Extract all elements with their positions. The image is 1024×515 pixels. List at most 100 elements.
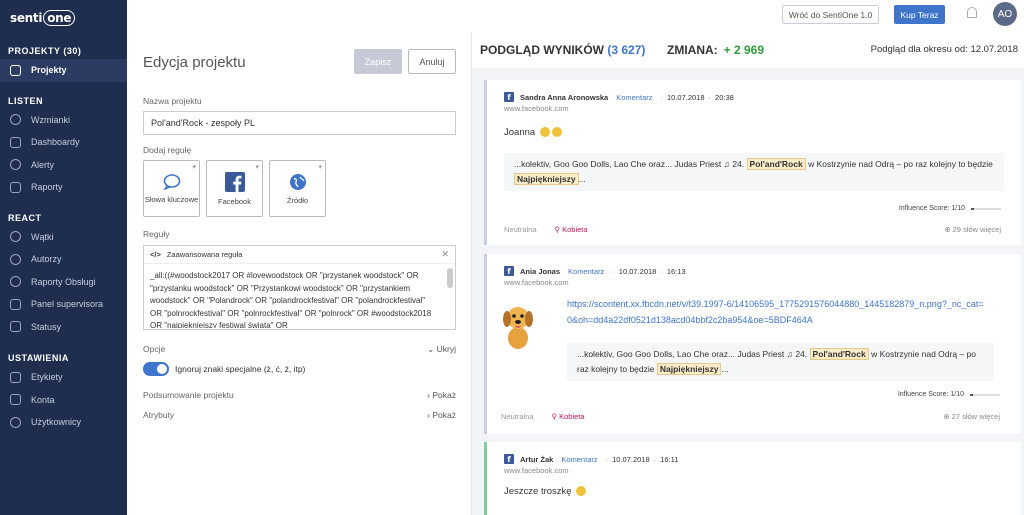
facebook-source-button[interactable]: ▾ Facebook <box>206 160 263 217</box>
attributes-show-link[interactable]: › Pokaż <box>427 410 456 420</box>
rule-textarea[interactable]: _all:((#woodstock2017 OR #lovewoodstock … <box>144 264 455 328</box>
result-card[interactable]: f Artur Żak Komentarz · 10.07.2018 · 16:11… <box>484 442 1021 515</box>
smile-emoji-icon <box>576 486 587 497</box>
facebook-icon: f <box>504 92 514 102</box>
facebook-icon <box>224 171 245 192</box>
author-name[interactable]: Ania Jonas <box>520 267 560 276</box>
sidebar-section-react: REACT <box>8 212 42 223</box>
author-name[interactable]: Artur Żak <box>520 455 553 464</box>
gender-label: ⚲ Kobieta <box>554 225 588 234</box>
alert-icon <box>10 159 21 171</box>
author-name[interactable]: Sandra Anna Aronowska <box>520 93 608 102</box>
mention-date: 10.07.2018 <box>667 92 705 102</box>
page-title: Edycja projektu <box>143 54 246 71</box>
sidebar-item-alerty[interactable]: Alerty <box>0 154 127 177</box>
sidebar-item-raporty-obslugi[interactable]: Raporty Obsługi <box>0 271 127 294</box>
save-button[interactable]: Zapisz <box>354 49 402 74</box>
close-icon[interactable]: ✕ <box>441 249 449 260</box>
summary-show-link[interactable]: › Pokaż <box>427 390 456 400</box>
rules-label: Reguły <box>143 229 170 239</box>
dashboard-icon <box>10 136 21 148</box>
heart-eyes-emoji-icon <box>539 127 550 138</box>
back-to-v1-button[interactable]: Wróć do SentiOne 1.0 <box>782 5 879 24</box>
period-label: Podgląd dla okresu od: 12.07.2018 <box>870 44 1018 55</box>
project-name-label: Nazwa projektu <box>143 96 202 106</box>
supervisor-icon <box>10 298 21 310</box>
project-name-input[interactable]: Pol'and'Rock - zespoły PL <box>143 111 456 135</box>
scrollbar[interactable] <box>447 268 453 288</box>
source-button[interactable]: ▾ Źródło <box>269 160 326 217</box>
sidebar-item-raporty[interactable]: Raporty <box>0 176 127 199</box>
sidebar-section-ustawienia: USTAWIENIA <box>8 353 69 363</box>
mention-type: Komentarz <box>561 454 598 464</box>
sidebar-item-watki[interactable]: Wątki <box>0 226 127 249</box>
influence-bar <box>970 393 1000 396</box>
accounts-icon <box>10 394 21 406</box>
quote-excerpt: ...kolektiv, Goo Goo Dolls, Lao Che oraz… <box>567 343 994 381</box>
mention-date: 10.07.2018 <box>612 454 650 464</box>
facebook-icon: f <box>504 266 514 276</box>
mention-type: Komentarz <box>568 266 605 276</box>
toggle-label: Ignoruj znaki specjalne (ż, ć, ź, itp) <box>175 364 306 374</box>
chevron-down-icon: ▾ <box>255 164 259 171</box>
cancel-button[interactable]: Anuluj <box>408 49 456 74</box>
sidebar-item-etykiety[interactable]: Etykiety <box>0 366 127 389</box>
threads-icon <box>10 231 21 243</box>
options-hide-link[interactable]: ⌄ Ukryj <box>427 344 456 355</box>
results-header: PODGLĄD WYNIKÓW (3 627) ZMIANA: + 2 969 P… <box>472 32 1024 68</box>
sidebar-item-konta[interactable]: Konta <box>0 389 127 412</box>
source-url[interactable]: www.facebook.com <box>504 104 569 113</box>
advanced-rule-box[interactable]: </> Zaawansowana reguła ✕ _all:((#woodst… <box>143 245 456 330</box>
reports-icon <box>10 181 21 193</box>
source-url[interactable]: www.facebook.com <box>504 466 569 475</box>
sentiment-label[interactable]: Neutralna <box>504 225 537 234</box>
sidebar-item-projekty[interactable]: Projekty <box>0 59 127 82</box>
add-rule-label: Dodaj regułę <box>143 145 192 155</box>
gender-label: ⚲ Kobieta <box>551 412 585 421</box>
avatar[interactable]: AO <box>993 2 1017 26</box>
projects-icon <box>10 64 21 76</box>
sidebar-section-listen: LISTEN <box>8 95 44 106</box>
options-label: Opcje <box>143 344 166 354</box>
results-title: PODGLĄD WYNIKÓW (3 627) <box>480 43 646 57</box>
mention-time: 16:13 <box>666 266 686 276</box>
ignore-special-chars-toggle[interactable] <box>143 362 169 376</box>
tag-icon <box>10 371 21 383</box>
mention-date: 10.07.2018 <box>618 266 657 276</box>
influence-score: Influence Score: 1/10 <box>898 391 1000 398</box>
chevron-down-icon: ▾ <box>192 164 196 171</box>
influence-score: Influence Score: 1/10 <box>899 205 1001 212</box>
result-card[interactable]: f Sandra Anna Aronowska Komentarz · 10.07… <box>484 80 1021 245</box>
sidebar-item-dashboardy[interactable]: Dashboardy <box>0 131 127 154</box>
sidebar-item-panel-supervisora[interactable]: Panel supervisora <box>0 293 127 316</box>
buy-now-button[interactable]: Kup Teraz <box>894 5 945 24</box>
top-bar: Wróć do SentiOne 1.0 Kup Teraz AO <box>127 0 1024 32</box>
edit-project-panel: Edycja projektu Zapisz Anuluj Nazwa proj… <box>127 32 471 515</box>
code-icon: </> <box>150 250 161 259</box>
sidebar-item-statusy[interactable]: Statusy <box>0 316 127 339</box>
service-reports-icon <box>10 276 21 288</box>
heart-eyes-emoji-icon <box>551 127 562 138</box>
mention-type: Komentarz <box>616 92 653 102</box>
results-panel: PODGLĄD WYNIKÓW (3 627) ZMIANA: + 2 969 P… <box>471 32 1024 515</box>
mention-time: 16:11 <box>660 454 679 464</box>
globe-icon <box>289 173 306 190</box>
more-words-link[interactable]: ⊕ 27 słów więcej <box>943 412 1000 421</box>
source-url[interactable]: www.facebook.com <box>504 278 569 287</box>
quote-excerpt: ...kolektiv, Goo Goo Dolls, Lao Che oraz… <box>504 153 1004 191</box>
attributes-label: Atrybuty <box>143 410 175 420</box>
keywords-source-button[interactable]: ▾ Słowa kluczowe <box>143 160 200 217</box>
bell-icon[interactable] <box>967 7 977 18</box>
status-icon <box>10 321 21 333</box>
sidebar-item-wzmianki[interactable]: Wzmianki <box>0 109 127 132</box>
logo[interactable]: senti one <box>0 0 127 36</box>
mentions-icon <box>10 114 21 126</box>
chevron-down-icon: ▾ <box>318 164 322 171</box>
more-words-link[interactable]: ⊕ 29 słów więcej <box>944 225 1001 234</box>
sentiment-label[interactable]: Neutralna <box>501 412 534 421</box>
attachment-link[interactable]: https://scontent.xx.fbcdn.net/v/t39.1997… <box>567 296 987 328</box>
authors-icon <box>10 253 21 265</box>
summary-label: Podsumowanie projektu <box>143 390 234 400</box>
sidebar-item-autorzy[interactable]: Autorzy <box>0 248 127 271</box>
sidebar-item-uzytkownicy[interactable]: Użytkownicy <box>0 411 127 434</box>
